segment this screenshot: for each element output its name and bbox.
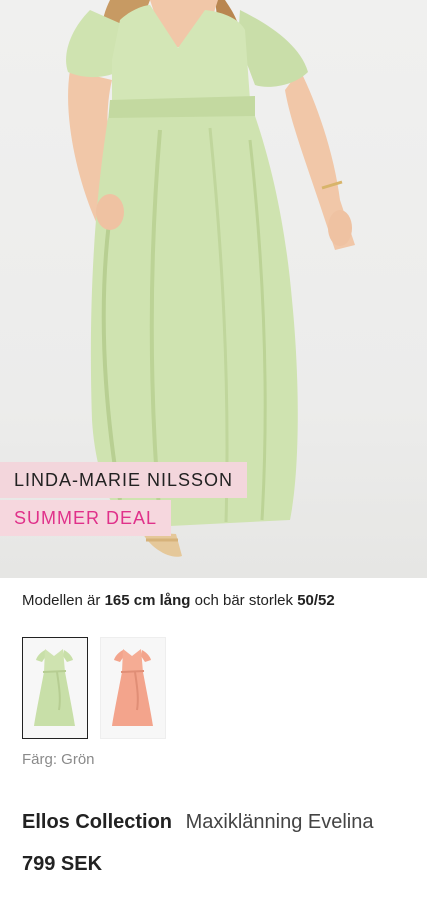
designer-badge: LINDA-MARIE NILSSON [0, 462, 248, 498]
product-name: Maxiklänning Evelina [185, 811, 374, 833]
model-size-info: Modellen är 165 cm lång och bär storlek … [22, 592, 335, 609]
brand-name[interactable]: Ellos Collection [22, 811, 172, 833]
color-swatch-pink[interactable] [100, 637, 166, 739]
summer-deal-badge: SUMMER DEAL [0, 500, 172, 536]
model-height: 165 cm lång [104, 592, 191, 609]
model-info-middle: och bär storlek [194, 592, 294, 609]
color-swatch-green[interactable] [22, 637, 88, 739]
product-price: 799 SEK [22, 853, 103, 875]
selected-color-label: Färg: Grön [22, 751, 95, 768]
model-info-prefix: Modellen är [22, 592, 101, 609]
pink-dress-thumbnail [112, 649, 153, 726]
product-image[interactable]: LINDA-MARIE NILSSON SUMMER DEAL [0, 0, 427, 578]
model-size: 50/52 [297, 592, 335, 609]
product-title: Ellos Collection Maxiklänning Evelina [22, 811, 373, 834]
green-dress-thumbnail [34, 649, 75, 726]
